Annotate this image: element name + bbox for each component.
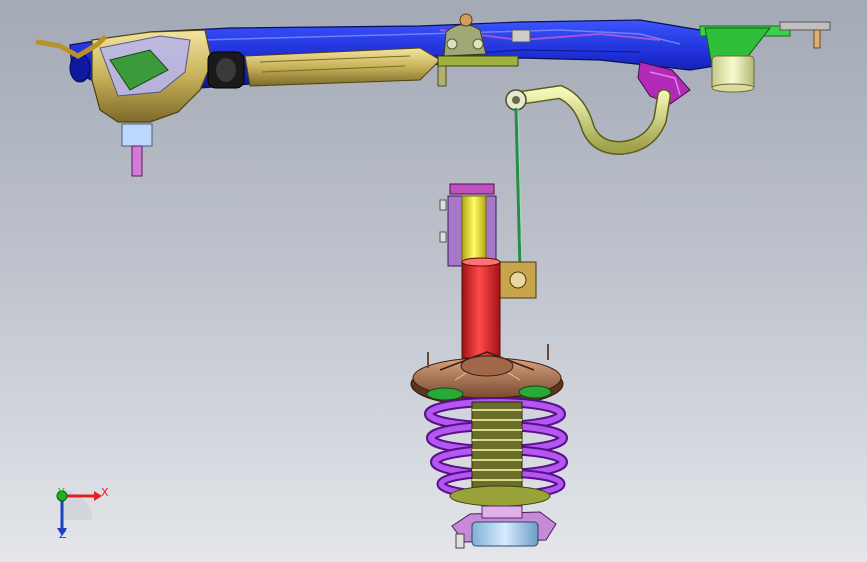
suspension-assembly-model[interactable] xyxy=(0,0,867,562)
strut[interactable] xyxy=(439,183,501,359)
cad-viewport[interactable]: X Y Z xyxy=(0,0,867,562)
z-axis-label: Z xyxy=(59,528,67,541)
knuckle-bracket[interactable] xyxy=(451,505,557,549)
y-axis-label: Y xyxy=(58,486,65,499)
x-axis-label: X xyxy=(101,486,109,499)
stabilizer-bar[interactable] xyxy=(505,84,671,156)
stabilizer-link[interactable] xyxy=(499,107,537,299)
